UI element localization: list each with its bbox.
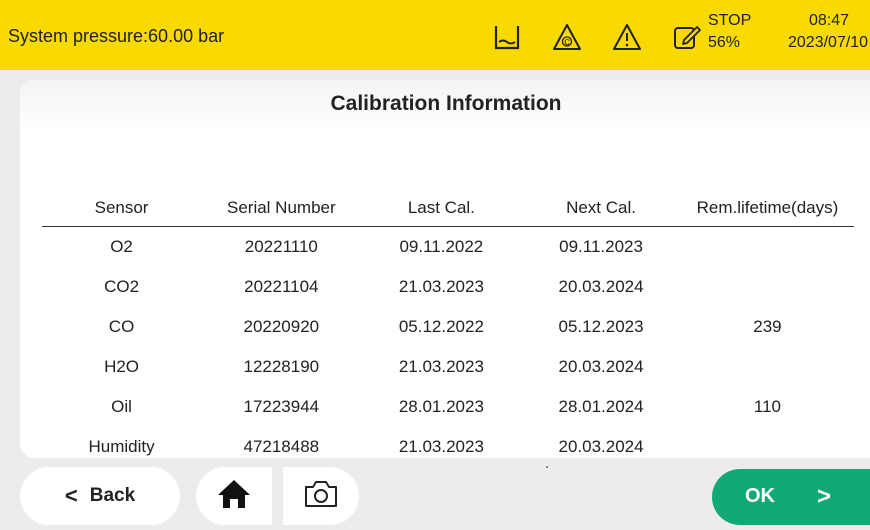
page-title: Calibration Information: [330, 92, 562, 115]
clock-date: 2023/07/10: [788, 34, 869, 51]
table-row: CO2 20221104 21.03.2023 20.03.2024: [42, 267, 854, 307]
column-header-serial-number: Serial Number: [201, 190, 362, 227]
cell-sensor: Humidity: [88, 437, 155, 456]
warning-c-icon[interactable]: c: [552, 22, 582, 52]
table-row: Oil 17223944 28.01.2023 28.01.2024 110: [42, 387, 854, 427]
cell-last-cal: 09.11.2022: [399, 237, 484, 256]
container-icon[interactable]: [492, 22, 522, 52]
ok-button[interactable]: OK >: [712, 469, 870, 525]
chevron-left-icon: <: [64, 483, 78, 508]
cell-rem-lifetime: [681, 227, 854, 268]
status-bar: System pressure:60.00 bar c STOP 56% 08:…: [0, 0, 870, 70]
column-header-last-cal: Last Cal.: [361, 190, 522, 227]
cell-next-cal: 28.01.2024: [558, 397, 644, 416]
scroll-indicator: [546, 466, 548, 468]
system-pressure-text: System pressure:60.00 bar: [8, 26, 225, 46]
stop-percent: 56%: [708, 34, 741, 51]
table-row: Humidity 47218488 21.03.2023 20.03.2024: [42, 427, 854, 467]
cell-next-cal: 05.12.2023: [558, 317, 644, 336]
cell-rem-lifetime: [681, 427, 854, 467]
cell-serial: 12228190: [243, 357, 320, 376]
cell-serial: 17223944: [243, 397, 320, 416]
chevron-right-icon: >: [817, 483, 832, 510]
home-button[interactable]: [196, 467, 272, 525]
table-row: CO 20220920 05.12.2022 05.12.2023 239: [42, 307, 854, 347]
calibration-panel: Calibration Information Sensor Serial Nu…: [20, 80, 870, 458]
cell-next-cal: 20.03.2024: [558, 277, 644, 296]
cell-next-cal: 20.03.2024: [558, 357, 644, 376]
cell-rem-lifetime: 239: [753, 317, 782, 336]
cell-rem-lifetime: [681, 267, 854, 307]
cell-rem-lifetime: 110: [753, 397, 781, 416]
cell-sensor: O2: [110, 237, 133, 256]
cell-last-cal: 05.12.2022: [398, 317, 484, 336]
cell-sensor: Oil: [111, 397, 132, 416]
cell-last-cal: 21.03.2023: [398, 437, 484, 456]
table-row: O2 20221110 09.11.2022 09.11.2023: [42, 227, 854, 268]
stop-label: STOP: [708, 12, 752, 29]
camera-icon: [303, 479, 339, 514]
edit-icon[interactable]: [672, 22, 702, 52]
stop-status: STOP 56%: [708, 10, 751, 54]
cell-last-cal: 21.03.2023: [398, 277, 484, 296]
table-row: H2O 12228190 21.03.2023 20.03.2024: [42, 347, 854, 387]
ok-button-label: OK: [745, 485, 775, 507]
column-header-sensor: Sensor: [42, 190, 202, 227]
cell-serial: 47218488: [243, 437, 320, 456]
calibration-table: Sensor Serial Number Last Cal. Next Cal.…: [42, 190, 854, 467]
cell-serial: 20221110: [244, 237, 318, 256]
cell-serial: 20221104: [244, 277, 319, 296]
cell-next-cal: 20.03.2024: [558, 437, 644, 456]
clock: 08:47 2023/07/10: [780, 10, 870, 54]
cell-next-cal: 09.11.2023: [559, 237, 643, 256]
back-button-label: Back: [89, 485, 136, 506]
cell-sensor: H2O: [104, 357, 140, 376]
cell-rem-lifetime: [681, 347, 854, 387]
column-header-rem-lifetime: Rem.lifetime(days): [680, 190, 854, 227]
cell-last-cal: 28.01.2023: [398, 397, 484, 416]
back-button[interactable]: < Back: [20, 467, 180, 525]
clock-time: 08:47: [808, 12, 850, 29]
cell-sensor: CO: [108, 317, 135, 336]
camera-button[interactable]: [283, 467, 359, 525]
column-header-next-cal: Next Cal.: [521, 190, 681, 227]
cell-serial: 20220920: [243, 317, 320, 336]
home-icon: [217, 478, 251, 515]
warning-icon[interactable]: [612, 22, 642, 52]
table-header-row: Sensor Serial Number Last Cal. Next Cal.…: [42, 190, 854, 227]
cell-last-cal: 21.03.2023: [398, 357, 484, 376]
cell-sensor: CO2: [104, 277, 140, 296]
